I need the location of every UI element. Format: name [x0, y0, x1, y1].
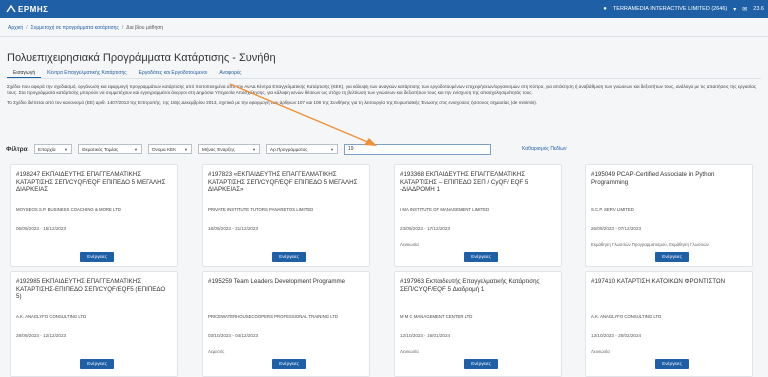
select-label: Επαρχία: [38, 146, 56, 152]
actions-button[interactable]: Ενέργειες: [80, 359, 114, 369]
select-label: Όνομα ΚΕΚ: [152, 146, 177, 152]
select-label: Θεματικός Τομέας: [82, 146, 119, 152]
card-title: #197823 «ΕΚΠΑΙΔΕΥΤΗΣ ΕΠΑΓΓΕΛΜΑΤΙΚΗΣ ΚΑΤΑ…: [208, 171, 358, 194]
card-dates: 26/09/2023 - 07/12/2023: [591, 226, 642, 231]
breadcrumb-separator: /: [121, 25, 124, 31]
card-title: #192985 ΕΚΠΑΙΔΕΥΤΗΣ ΕΠΑΓΓΕΛΜΑΤΙΚΗΣ ΚΑΤΑΡ…: [16, 278, 166, 301]
card-dates: 06/09/2023 - 15/12/2023: [16, 226, 67, 231]
tab-unemployed[interactable]: Αναφορές: [213, 68, 247, 78]
top-navigation-bar: ΕΡΜΗΣ ● TERRAMEDIA INTERACTIVE LIMITED (…: [0, 0, 768, 18]
tab-employers[interactable]: Εργοδότες και Εργοδοτούμενοι: [133, 68, 214, 78]
actions-button[interactable]: Ενέργειες: [655, 359, 689, 369]
filter-theme-select[interactable]: Θεματικός Τομέας ▼: [78, 144, 142, 154]
actions-button[interactable]: Ενέργειες: [464, 359, 498, 369]
card-dates: 18/09/2023 - 21/12/2023: [208, 226, 259, 231]
breadcrumb-separator: /: [26, 25, 28, 31]
breadcrumb-home[interactable]: Αρχική: [8, 25, 23, 31]
filter-center-select[interactable]: Όνομα ΚΕΚ ▼: [148, 144, 192, 154]
select-label: Αρ.Προγράμματος: [270, 146, 308, 152]
card-title: #195259 Team Leaders Development Program…: [208, 278, 346, 285]
filters-label: Φίλτρα: [6, 145, 28, 153]
card-organization: PRIVATE INSTITUTE TUTORS PANARETOS LIMIT…: [208, 207, 314, 212]
chevron-down-icon: ▼: [134, 146, 138, 152]
card-organization: S.C.P. SERV LIMITED: [591, 207, 634, 212]
tab-introduction[interactable]: Εισαγωγή: [7, 68, 42, 78]
program-cards-grid: #198247 ΕΚΠΑΙΔΕΥΤΗΣ ΕΠΑΓΓΕΛΜΑΤΙΚΗΣ ΚΑΤΑΡ…: [10, 164, 758, 377]
actions-button[interactable]: Ενέργειες: [464, 252, 498, 262]
card-location: Εκμάθηση Γλωσσών Προγραμματισμού, Εκμάθη…: [591, 242, 709, 247]
card-dates: 23/09/2023 - 17/12/2023: [400, 226, 451, 231]
chevron-down-icon: ▼: [252, 146, 256, 152]
card-dates: 13/10/2023 - 25/02/2024: [591, 333, 642, 338]
tab-training-centers[interactable]: Κέντρα Επαγγελματικής Κατάρτισης: [41, 68, 133, 78]
card-organization: MOYSEOS S.P. BUSINESS COACHING & MORE LT…: [16, 207, 121, 212]
card-title: #193368 ΕΚΠΑΙΔΕΥΤΗΣ ΕΠΑΓΓΕΛΜΑΤΙΚΗΣ ΚΑΤΑΡ…: [400, 171, 529, 194]
card-title: #195049 PCAP-Certified Associate in Pyth…: [591, 171, 715, 186]
mail-icon[interactable]: ✉: [742, 6, 747, 13]
program-card: #195259 Team Leaders Development Program…: [202, 271, 370, 377]
description-text: Σχέδιο που αφορά την σχεδιασμό, οργάνωση…: [7, 84, 757, 109]
header-divider: [0, 36, 768, 37]
filters-bar: Φίλτρα Επαρχία ▼ Θεματικός Τομέας ▼ Όνομ…: [6, 143, 762, 155]
chevron-down-icon: ▼: [64, 146, 68, 152]
card-organization: M M C MANAGEMENT CENTER LTD: [400, 314, 473, 319]
actions-button[interactable]: Ενέργειες: [655, 252, 689, 262]
card-organization: A.K. ANAGLYFO CONSULTING LTD: [16, 314, 87, 319]
chevron-down-icon: ▼: [330, 146, 334, 152]
breadcrumb: Αρχική / Συμμετοχή σε προγράμματα κατάρτ…: [8, 25, 163, 31]
description-paragraph: Το Σχέδιο διέπεται από τον κανονισμό (ΕΕ…: [7, 99, 538, 105]
page-title: Πολυεπιχειρησιακά Προγράμματα Κατάρτισης…: [7, 52, 276, 64]
card-location: Λεμεσός: [208, 349, 225, 354]
user-short[interactable]: 23.6: [753, 6, 764, 12]
logo-text: ΕΡΜΗΣ: [18, 4, 49, 14]
filter-district-select[interactable]: Επαρχία ▼: [34, 144, 72, 154]
program-card: #193368 ΕΚΠΑΙΔΕΥΤΗΣ ΕΠΑΓΓΕΛΜΑΤΙΚΗΣ ΚΑΤΑΡ…: [394, 164, 562, 267]
program-card: #197823 «ΕΚΠΑΙΔΕΥΤΗΣ ΕΠΑΓΓΕΛΜΑΤΙΚΗΣ ΚΑΤΑ…: [202, 164, 370, 267]
card-location: Λευκωσία: [400, 242, 419, 247]
card-organization: PRICEWATERHOUSECOOPERS PROFESSIONAL TRAI…: [208, 314, 339, 319]
tab-bar: Εισαγωγή Κέντρα Επαγγελματικής Κατάρτιση…: [7, 68, 761, 79]
card-title: #198247 ΕΚΠΑΙΔΕΥΤΗΣ ΕΠΑΓΓΕΛΜΑΤΙΚΗΣ ΚΑΤΑΡ…: [16, 171, 166, 194]
program-card: #192985 ΕΚΠΑΙΔΕΥΤΗΣ ΕΠΑΓΓΕΛΜΑΤΙΚΗΣ ΚΑΤΑΡ…: [10, 271, 178, 377]
program-card: #195049 PCAP-Certified Associate in Pyth…: [585, 164, 753, 267]
account-selector[interactable]: TERRAMEDIA INTERACTIVE LIMITED (2646): [613, 6, 727, 12]
card-location: Λευκωσία: [591, 349, 610, 354]
card-title: #197410 ΚΑΤΑΡΤΙΣΗ ΚΑΤΟΙΚΩΝ ΦΡΟΝΤΙΣΤΩΝ: [591, 278, 726, 285]
card-location: Λευκωσία: [400, 349, 419, 354]
card-dates: 28/09/2023 - 12/12/2023: [16, 333, 67, 338]
breadcrumb-training-programs[interactable]: Συμμετοχή σε προγράμματα κατάρτισης: [31, 25, 119, 31]
user-icon: ●: [603, 6, 607, 12]
card-dates: 03/10/2023 - 04/12/2023: [208, 333, 259, 338]
card-title: #197963 Εκπαιδευτής Επαγγελματικής Κατάρ…: [400, 278, 540, 293]
description-paragraph: Σχέδιο που αφορά την σχεδιασμό, οργάνωση…: [7, 84, 757, 96]
actions-button[interactable]: Ενέργειες: [272, 359, 306, 369]
search-input[interactable]: 19: [344, 143, 491, 155]
program-card: #198247 ΕΚΠΑΙΔΕΥΤΗΣ ΕΠΑΓΓΕΛΜΑΤΙΚΗΣ ΚΑΤΑΡ…: [10, 164, 178, 267]
ermis-logo[interactable]: ΕΡΜΗΣ: [6, 5, 48, 14]
card-dates: 12/10/2023 - 16/01/2024: [400, 333, 451, 338]
card-organization: A.K. ANAGLYFO CONSULTING LTD: [591, 314, 662, 319]
actions-button[interactable]: Ενέργειες: [80, 252, 114, 262]
breadcrumb-current: Δια βίου μάθηση: [126, 25, 164, 31]
ermis-logo-icon: [6, 5, 16, 13]
chevron-down-icon: ▼: [184, 146, 188, 152]
actions-button[interactable]: Ενέργειες: [272, 252, 306, 262]
program-card: #197410 ΚΑΤΑΡΤΙΣΗ ΚΑΤΟΙΚΩΝ ΦΡΟΝΤΙΣΤΩΝ A.…: [585, 271, 753, 377]
select-label: Μήνας Έναρξης: [202, 146, 235, 152]
filter-program-number-select[interactable]: Αρ.Προγράμματος ▼: [266, 144, 338, 154]
chevron-down-icon[interactable]: ▾: [733, 6, 736, 13]
card-organization: I MA INSTITUTE OF MANAGEMENT LIMITED: [400, 207, 490, 212]
clear-fields-link[interactable]: Καθαρισμός Πεδίων: [522, 146, 566, 152]
filter-month-select[interactable]: Μήνας Έναρξης ▼: [198, 144, 260, 154]
program-card: #197963 Εκπαιδευτής Επαγγελματικής Κατάρ…: [394, 271, 562, 377]
